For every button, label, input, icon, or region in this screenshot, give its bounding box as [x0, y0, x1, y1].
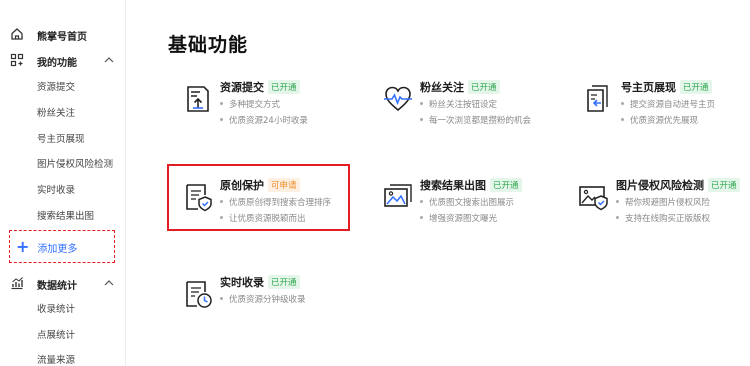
sidebar-item-homepage-display[interactable]: 号主页展现: [0, 128, 125, 148]
sidebar-item-label: 熊掌号首页: [37, 31, 87, 43]
card-desc: 支持在线购买正版版权: [616, 212, 710, 224]
feature-card-image-infringement[interactable]: 图片侵权风险检测 已开通 帮你规避图片侵权风险 支持在线购买正版版权: [578, 177, 750, 237]
card-desc: 帮你规避图片侵权风险: [616, 196, 710, 208]
card-title-text: 图片侵权风险检测: [616, 179, 704, 192]
feature-card-fans-follow[interactable]: 粉丝关注 已开通 粉丝关注按钮设定 每一次浏览都是攒粉的机会: [382, 79, 572, 139]
card-desc: 粉丝关注按钮设定: [420, 98, 497, 110]
feature-card-search-image[interactable]: 搜索结果出图 已开通 优质图文搜索出图展示 增强资源图文曝光: [382, 177, 572, 237]
status-badge: 已开通: [490, 178, 522, 192]
page-title: 基础功能: [168, 34, 249, 56]
sidebar: 熊掌号首页 我的功能 资源提交 粉丝关注 号主页展现 图片侵权风险检测 实时收录…: [0, 0, 126, 366]
card-title-text: 资源提交: [220, 81, 264, 94]
image-shield-icon: [579, 186, 608, 211]
bar-chart-icon: [11, 277, 23, 290]
image-stack-icon: [384, 184, 412, 207]
sidebar-item-label: 图片侵权风险检测: [37, 159, 114, 170]
pages-return-icon: [587, 85, 608, 112]
sidebar-item-index-stats[interactable]: 收录统计: [0, 298, 125, 318]
card-desc: 优质资源24小时收录: [220, 114, 308, 126]
card-title: 原创保护 可申请: [220, 177, 300, 193]
document-clock-icon: [186, 281, 212, 308]
sidebar-item-label: 粉丝关注: [37, 108, 76, 119]
card-title-text: 实时收录: [220, 276, 264, 289]
card-title: 号主页展现 已开通: [621, 79, 712, 95]
sidebar-item-fans-follow[interactable]: 粉丝关注: [0, 102, 125, 122]
status-badge: 可申请: [268, 178, 300, 192]
card-title: 实时收录 已开通: [220, 274, 300, 290]
apps-grid-icon: [10, 53, 24, 67]
status-badge: 已开通: [268, 275, 300, 289]
sidebar-item-label: 点展统计: [37, 330, 76, 341]
sidebar-item-resource-submit[interactable]: 资源提交: [0, 76, 125, 96]
sidebar-item-label: 号主页展现: [37, 134, 85, 145]
sidebar-item-image-infringement[interactable]: 图片侵权风险检测: [0, 153, 125, 173]
heart-pulse-icon: [384, 86, 412, 112]
card-title: 图片侵权风险检测 已开通: [616, 177, 740, 193]
card-desc: 增强资源图文曝光: [420, 212, 497, 224]
card-title: 粉丝关注 已开通: [420, 79, 500, 95]
sidebar-section-data-stats[interactable]: 数据统计: [0, 274, 125, 294]
card-desc: 优质资源分钟级收录: [220, 293, 306, 305]
card-desc: 优质资源优先展现: [621, 114, 698, 126]
status-badge: 已开通: [680, 80, 712, 94]
card-desc: 优质图文搜索出图展示: [420, 196, 514, 208]
document-shield-icon: [186, 184, 212, 212]
card-desc: 提交资源自动进号主页: [621, 98, 715, 110]
card-desc: 优质原创得到搜索合理排序: [220, 196, 331, 208]
card-title: 资源提交 已开通: [220, 79, 300, 95]
sidebar-item-label: 搜索结果出图: [37, 211, 95, 222]
chevron-up-icon[interactable]: [104, 279, 114, 287]
add-more-button[interactable]: + 添加更多: [16, 238, 77, 256]
card-title-text: 号主页展现: [621, 81, 676, 94]
card-title-text: 搜索结果出图: [420, 179, 486, 192]
card-desc: 让优质资源脱颖而出: [220, 212, 306, 224]
status-badge: 已开通: [708, 178, 740, 192]
sidebar-item-traffic-source[interactable]: 流量来源: [0, 349, 125, 366]
card-title-text: 粉丝关注: [420, 81, 464, 94]
sidebar-item-click-show-stats[interactable]: 点展统计: [0, 324, 125, 344]
feature-card-original-protection[interactable]: 原创保护 可申请 优质原创得到搜索合理排序 让优质资源脱颖而出: [182, 177, 372, 237]
sidebar-item-label: 收录统计: [37, 304, 76, 315]
document-upload-icon: [187, 86, 209, 112]
card-desc: 多种提交方式: [220, 98, 280, 110]
sidebar-item-label: 流量来源: [37, 355, 76, 366]
sidebar-item-label: 实时收录: [37, 185, 76, 196]
status-badge: 已开通: [268, 80, 300, 94]
sidebar-item-home[interactable]: 熊掌号首页: [0, 25, 125, 45]
feature-card-resource-submit[interactable]: 资源提交 已开通 多种提交方式 优质资源24小时收录: [182, 79, 372, 139]
home-icon: [11, 28, 23, 40]
add-more-label: 添加更多: [37, 243, 78, 255]
sidebar-item-label: 资源提交: [37, 82, 76, 93]
sidebar-section-label: 我的功能: [37, 57, 77, 69]
card-title-text: 原创保护: [220, 179, 264, 192]
plus-icon: +: [16, 237, 30, 256]
feature-card-homepage-display[interactable]: 号主页展现 已开通 提交资源自动进号主页 优质资源优先展现: [583, 79, 750, 139]
card-title: 搜索结果出图 已开通: [420, 177, 522, 193]
sidebar-item-search-image[interactable]: 搜索结果出图: [0, 205, 125, 225]
chevron-up-icon[interactable]: [104, 56, 114, 64]
card-desc: 每一次浏览都是攒粉的机会: [420, 114, 531, 126]
sidebar-section-my-functions[interactable]: 我的功能: [0, 51, 125, 71]
sidebar-item-realtime-index[interactable]: 实时收录: [0, 179, 125, 199]
status-badge: 已开通: [468, 80, 500, 94]
sidebar-section-label: 数据统计: [37, 280, 77, 292]
feature-card-realtime-index[interactable]: 实时收录 已开通 优质资源分钟级收录: [182, 274, 372, 334]
